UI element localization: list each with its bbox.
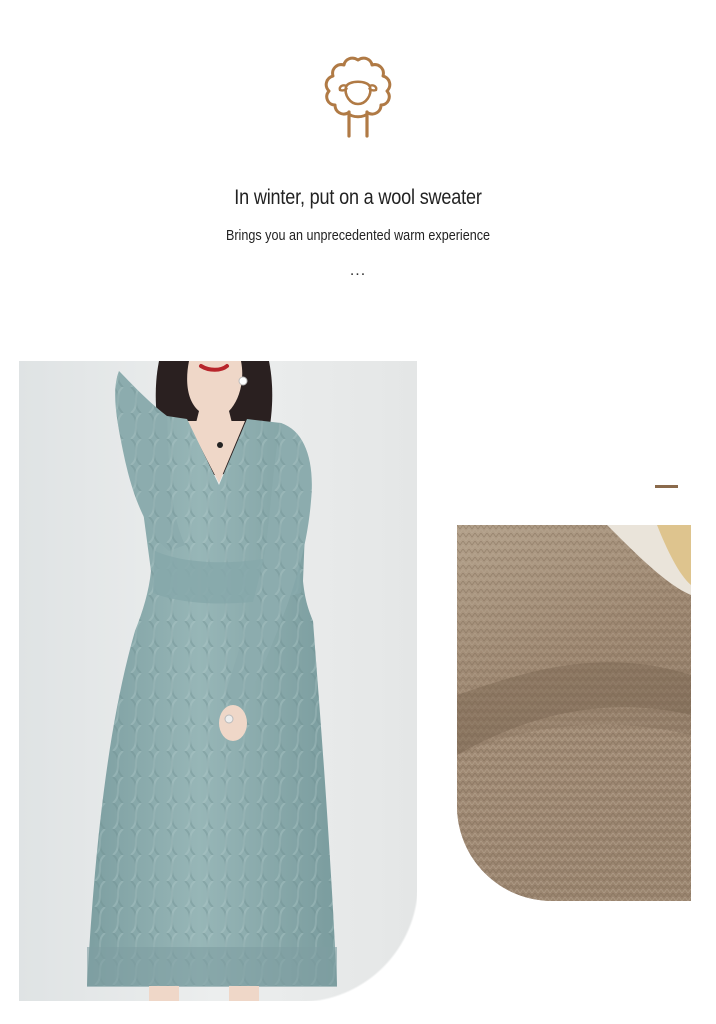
accent-divider bbox=[655, 485, 678, 488]
ellipsis-divider: ... bbox=[349, 262, 367, 279]
main-product-image bbox=[19, 361, 417, 1001]
headline: In winter, put on a wool sweater bbox=[234, 186, 482, 209]
subheadline: Brings you an unprecedented warm experie… bbox=[225, 227, 491, 244]
sheep-icon bbox=[318, 54, 398, 140]
fabric-detail-image bbox=[457, 525, 691, 901]
